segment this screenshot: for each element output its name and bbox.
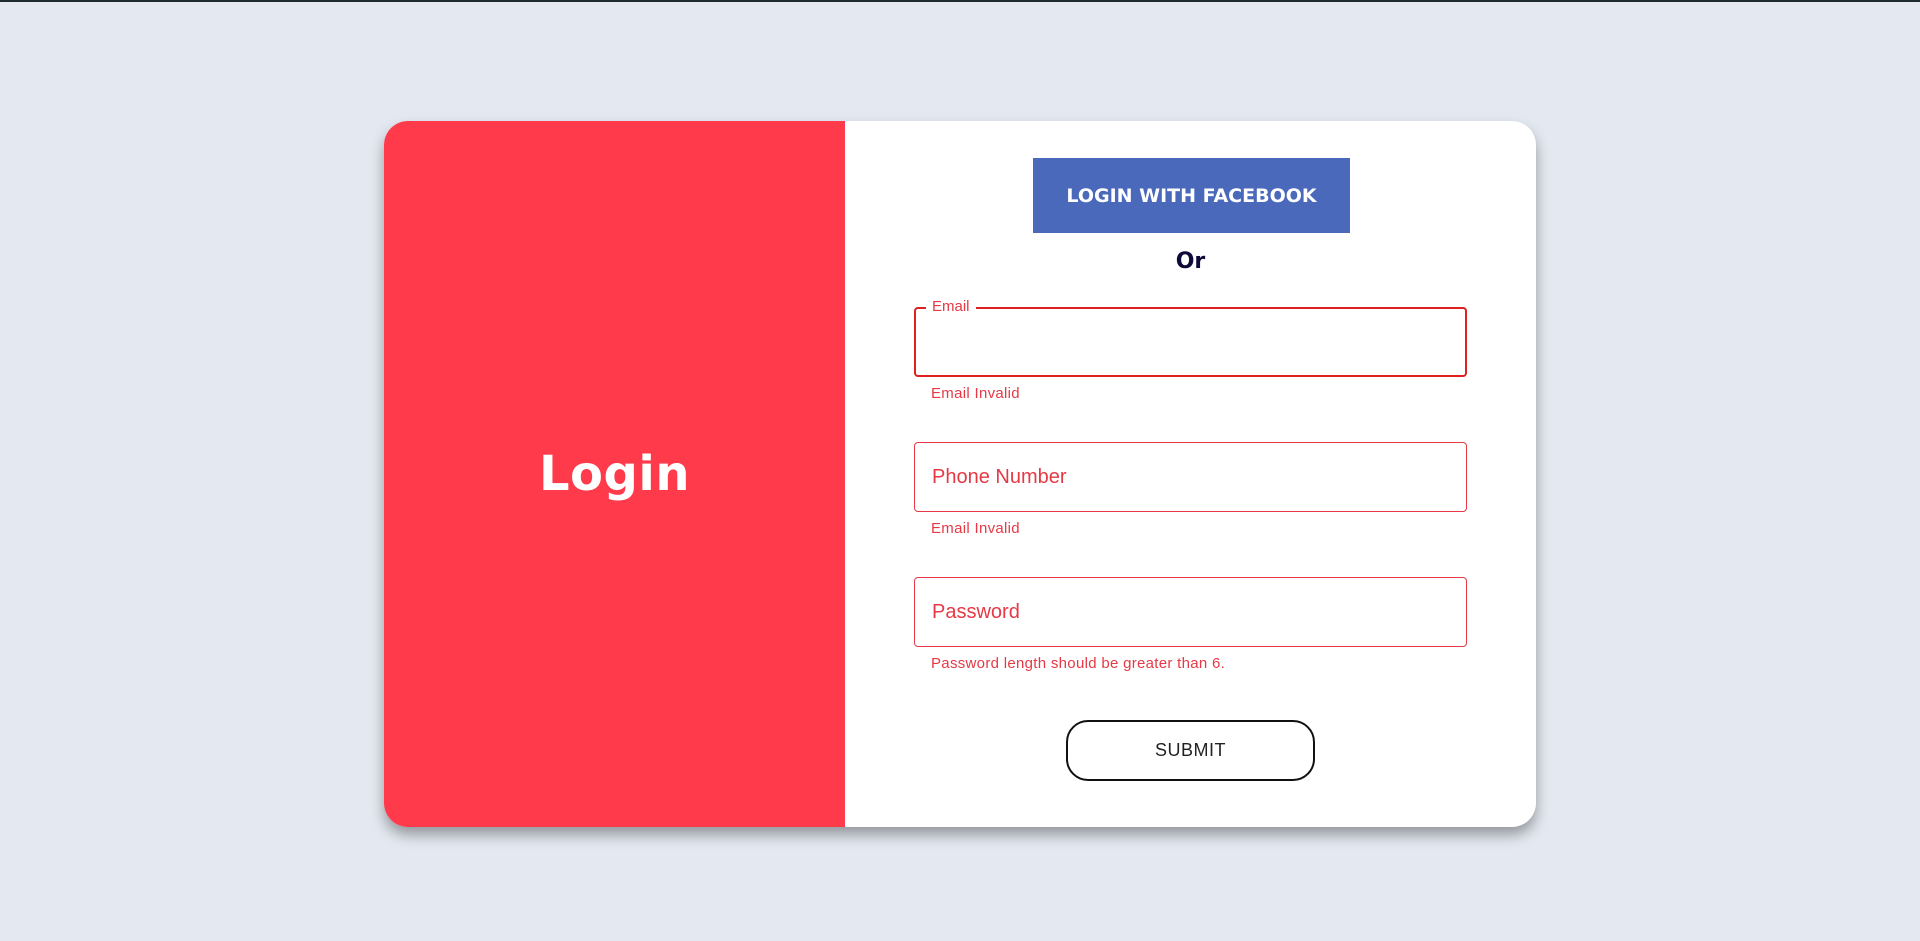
email-error-text: Email Invalid [931, 385, 1020, 402]
top-border-line [0, 0, 1920, 2]
login-hero-panel: Login [384, 121, 845, 827]
email-field-container: Email [914, 298, 1467, 377]
password-error-text: Password length should be greater than 6… [931, 655, 1226, 672]
login-form-panel: LOGIN WITH FACEBOOK Or Email Email Inval… [845, 121, 1536, 827]
submit-button[interactable]: SUBMIT [1066, 720, 1315, 781]
phone-error-text: Email Invalid [931, 520, 1020, 537]
password-field-container [914, 577, 1467, 647]
login-card: Login LOGIN WITH FACEBOOK Or Email Email… [384, 121, 1536, 827]
or-divider-text: Or [1175, 249, 1206, 274]
email-input[interactable] [916, 309, 1465, 375]
login-with-facebook-button[interactable]: LOGIN WITH FACEBOOK [1033, 158, 1350, 233]
phone-field-container [914, 442, 1467, 512]
password-input[interactable] [915, 578, 1466, 646]
page-title: Login [538, 446, 691, 502]
phone-number-input[interactable] [915, 443, 1466, 511]
email-field-label: Email [926, 298, 976, 316]
